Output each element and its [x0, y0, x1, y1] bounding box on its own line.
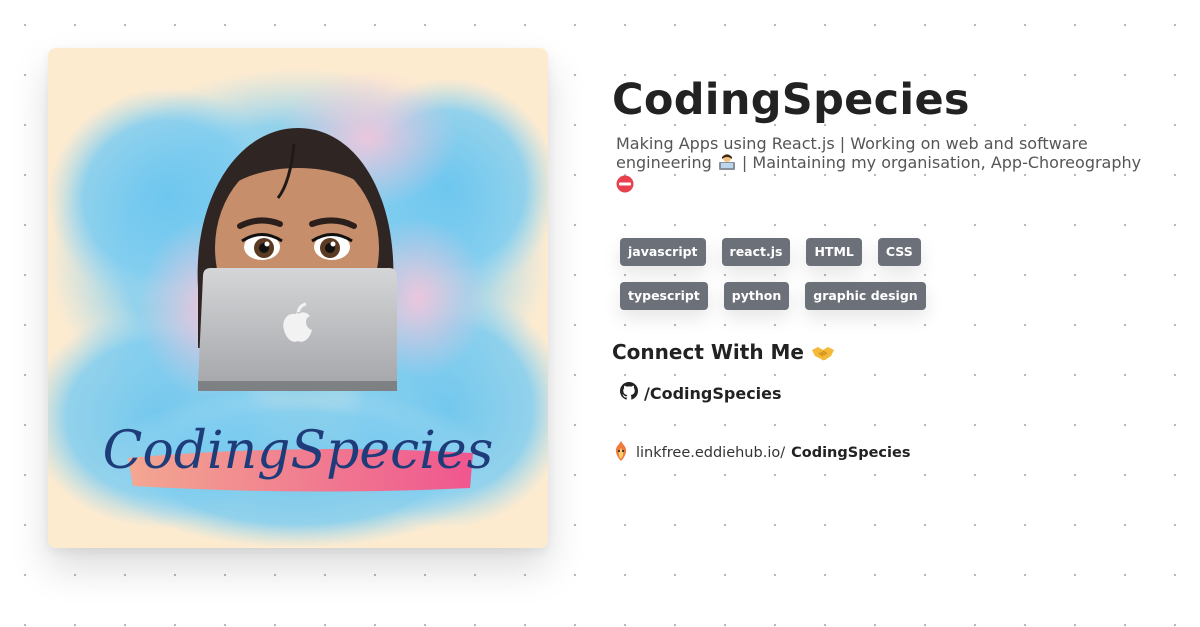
tag: python: [723, 282, 790, 310]
tag: CSS: [877, 238, 921, 266]
no-entry-icon: [616, 175, 634, 197]
tag: graphic design: [805, 282, 926, 310]
tag: javascript: [620, 238, 706, 266]
linkfree-prefix: linkfree.eddiehub.io/: [636, 445, 786, 461]
linkfree-username: CodingSpecies: [791, 445, 911, 461]
linkfree-url[interactable]: linkfree.eddiehub.io/ CodingSpecies: [612, 440, 910, 466]
technologist-icon: [717, 153, 737, 175]
linkfree-logo-icon: [612, 440, 630, 466]
tag: react.js: [721, 238, 791, 266]
avatar-script-text: CodingSpecies: [103, 421, 494, 481]
bio-text-2: | Maintaining my organisation, App-Chore…: [741, 153, 1142, 172]
connect-heading-text: Connect With Me: [612, 340, 804, 364]
github-link[interactable]: /CodingSpecies: [620, 382, 782, 404]
profile-avatar: CodingSpecies: [48, 48, 548, 548]
github-handle: /CodingSpecies: [644, 383, 782, 403]
handshake-icon: [811, 343, 835, 367]
tag: HTML: [806, 238, 862, 266]
tag: typescript: [620, 282, 708, 310]
connect-heading: Connect With Me: [612, 340, 835, 367]
profile-name: CodingSpecies: [612, 75, 970, 125]
github-icon: [620, 382, 638, 404]
tag-list: javascript react.js HTML CSS typescript …: [620, 238, 960, 310]
profile-bio: Making Apps using React.js | Working on …: [616, 134, 1156, 197]
